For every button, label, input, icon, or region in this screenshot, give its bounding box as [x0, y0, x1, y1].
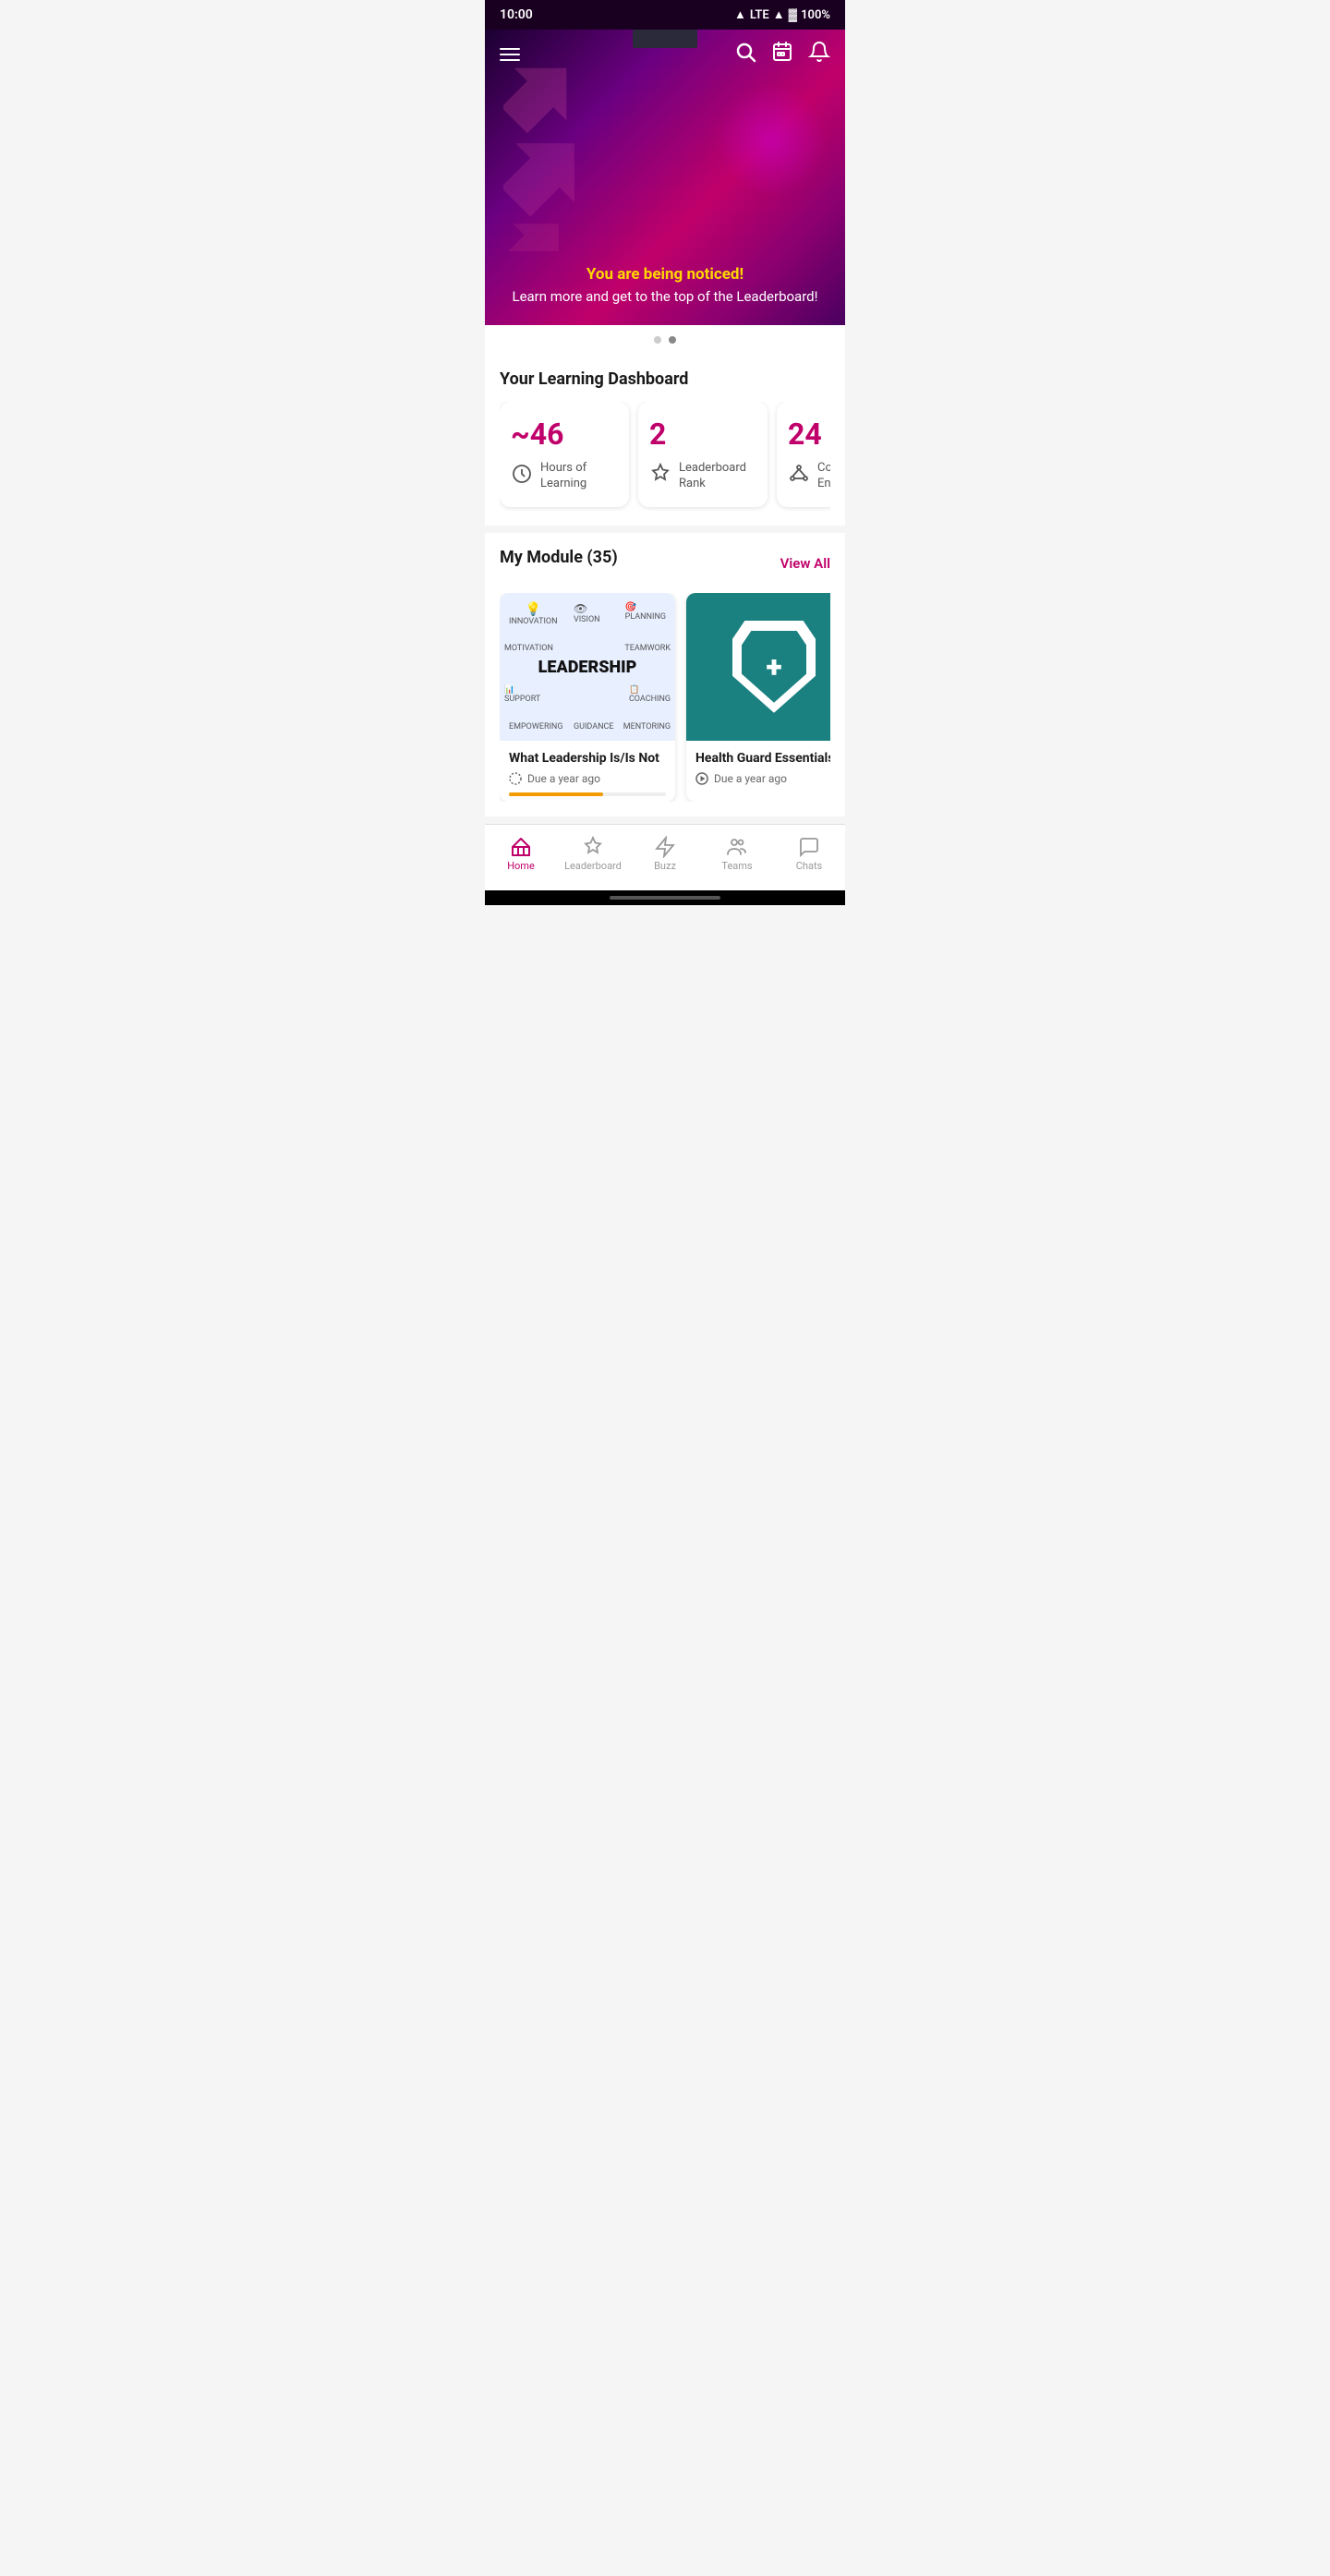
dashboard-cards: ~46 Hours ofLearning 2 — [500, 402, 830, 511]
hours-number: ~46 — [511, 417, 563, 452]
lte-label: LTE — [750, 8, 769, 22]
nav-item-teams[interactable]: Teams — [701, 832, 773, 876]
health-thumbnail: + — [686, 593, 830, 741]
leaderboard-card: 2 LeaderboardRank — [638, 402, 768, 507]
courses-label: CoursesEnrolled — [817, 461, 830, 492]
courses-number: 24 — [788, 417, 822, 452]
health-card-title: Health Guard Essentials — [695, 750, 830, 767]
shield-icon: + — [732, 621, 816, 713]
status-bar: 10:00 ▲ LTE ▲ ▓ 100% — [485, 0, 845, 30]
hours-label: Hours ofLearning — [540, 461, 586, 492]
nav-item-home[interactable]: Home — [485, 832, 557, 876]
leadership-due: Due a year ago — [509, 772, 666, 785]
status-time: 10:00 — [500, 7, 533, 22]
chats-label: Chats — [796, 860, 822, 872]
home-bar — [610, 896, 720, 900]
dot-2[interactable] — [669, 336, 676, 344]
home-label: Home — [507, 860, 535, 872]
calendar-icon[interactable] — [771, 41, 793, 68]
leadership-due-text: Due a year ago — [527, 772, 600, 785]
status-icons: ▲ LTE ▲ ▓ 100% — [734, 7, 830, 22]
module-cards-container: 💡 INNOVATION 👁 VISION 🎯 PLANNING MOTIVAT… — [500, 593, 830, 802]
hero-header — [485, 30, 845, 79]
hero-title: You are being noticed! — [503, 265, 827, 284]
dashboard-title: Your Learning Dashboard — [500, 369, 830, 389]
dot-1[interactable] — [654, 336, 661, 344]
hours-bottom: Hours ofLearning — [511, 461, 586, 492]
dashboard-section: Your Learning Dashboard ~46 Hours ofLear… — [500, 369, 830, 511]
buzz-label: Buzz — [654, 860, 676, 872]
module-card-health[interactable]: + Health Guard Essentials Due a year ago — [686, 593, 830, 802]
leadership-thumbnail: 💡 INNOVATION 👁 VISION 🎯 PLANNING MOTIVAT… — [500, 593, 675, 741]
health-due-text: Due a year ago — [714, 772, 787, 785]
buzz-icon — [654, 836, 676, 858]
courses-bottom: CoursesEnrolled — [788, 461, 830, 492]
leaderboard-icon — [582, 836, 604, 858]
main-content: Your Learning Dashboard ~46 Hours ofLear… — [485, 355, 845, 526]
health-due: Due a year ago — [695, 772, 830, 785]
chats-icon — [798, 836, 820, 858]
nav-item-chats[interactable]: Chats — [773, 832, 845, 876]
carousel-dots — [485, 325, 845, 355]
hero-text: You are being noticed! Learn more and ge… — [485, 265, 845, 307]
teams-icon — [726, 836, 748, 858]
hero-arrows — [503, 57, 827, 251]
bottom-navigation: Home Leaderboard Buzz Teams Chats — [485, 824, 845, 890]
leaderboard-number: 2 — [649, 417, 666, 452]
search-icon[interactable] — [734, 41, 756, 68]
clock-icon — [511, 463, 533, 490]
leadership-card-body: What Leadership Is/Is Not Due a year ago — [500, 741, 675, 802]
battery-label: 100% — [801, 8, 830, 22]
home-indicator — [485, 890, 845, 905]
teams-label: Teams — [721, 860, 752, 872]
health-card-body: Health Guard Essentials Due a year ago — [686, 741, 830, 791]
module-card-leadership[interactable]: 💡 INNOVATION 👁 VISION 🎯 PLANNING MOTIVAT… — [500, 593, 675, 802]
home-icon — [510, 836, 532, 858]
nav-item-leaderboard[interactable]: Leaderboard — [557, 832, 629, 876]
courses-card: 24 CoursesEnrolled — [777, 402, 830, 507]
wifi-icon: ▲ — [734, 7, 746, 22]
leaderboard-bottom: LeaderboardRank — [649, 461, 746, 492]
battery-icon: ▓ — [789, 7, 797, 22]
leaderboard-label: Leaderboard — [564, 860, 622, 872]
nav-item-buzz[interactable]: Buzz — [629, 832, 701, 876]
hero-banner: You are being noticed! Learn more and ge… — [485, 30, 845, 325]
leadership-card-title: What Leadership Is/Is Not — [509, 750, 666, 767]
module-title: My Module (35) — [500, 548, 618, 567]
module-section: My Module (35) View All 💡 INNOVATION 👁 V… — [485, 533, 845, 816]
leaderboard-label: LeaderboardRank — [679, 461, 746, 492]
notification-icon[interactable] — [808, 41, 830, 68]
hours-card: ~46 Hours ofLearning — [500, 402, 629, 507]
header-action-icons — [734, 41, 830, 68]
view-all-button[interactable]: View All — [780, 555, 830, 572]
module-header: My Module (35) View All — [500, 548, 830, 580]
medal-icon — [649, 463, 671, 490]
hero-subtitle: Learn more and get to the top of the Lea… — [503, 287, 827, 307]
network-icon — [788, 463, 810, 490]
leadership-progress — [509, 792, 666, 796]
menu-button[interactable] — [500, 48, 520, 61]
signal-icon: ▲ — [773, 7, 785, 22]
